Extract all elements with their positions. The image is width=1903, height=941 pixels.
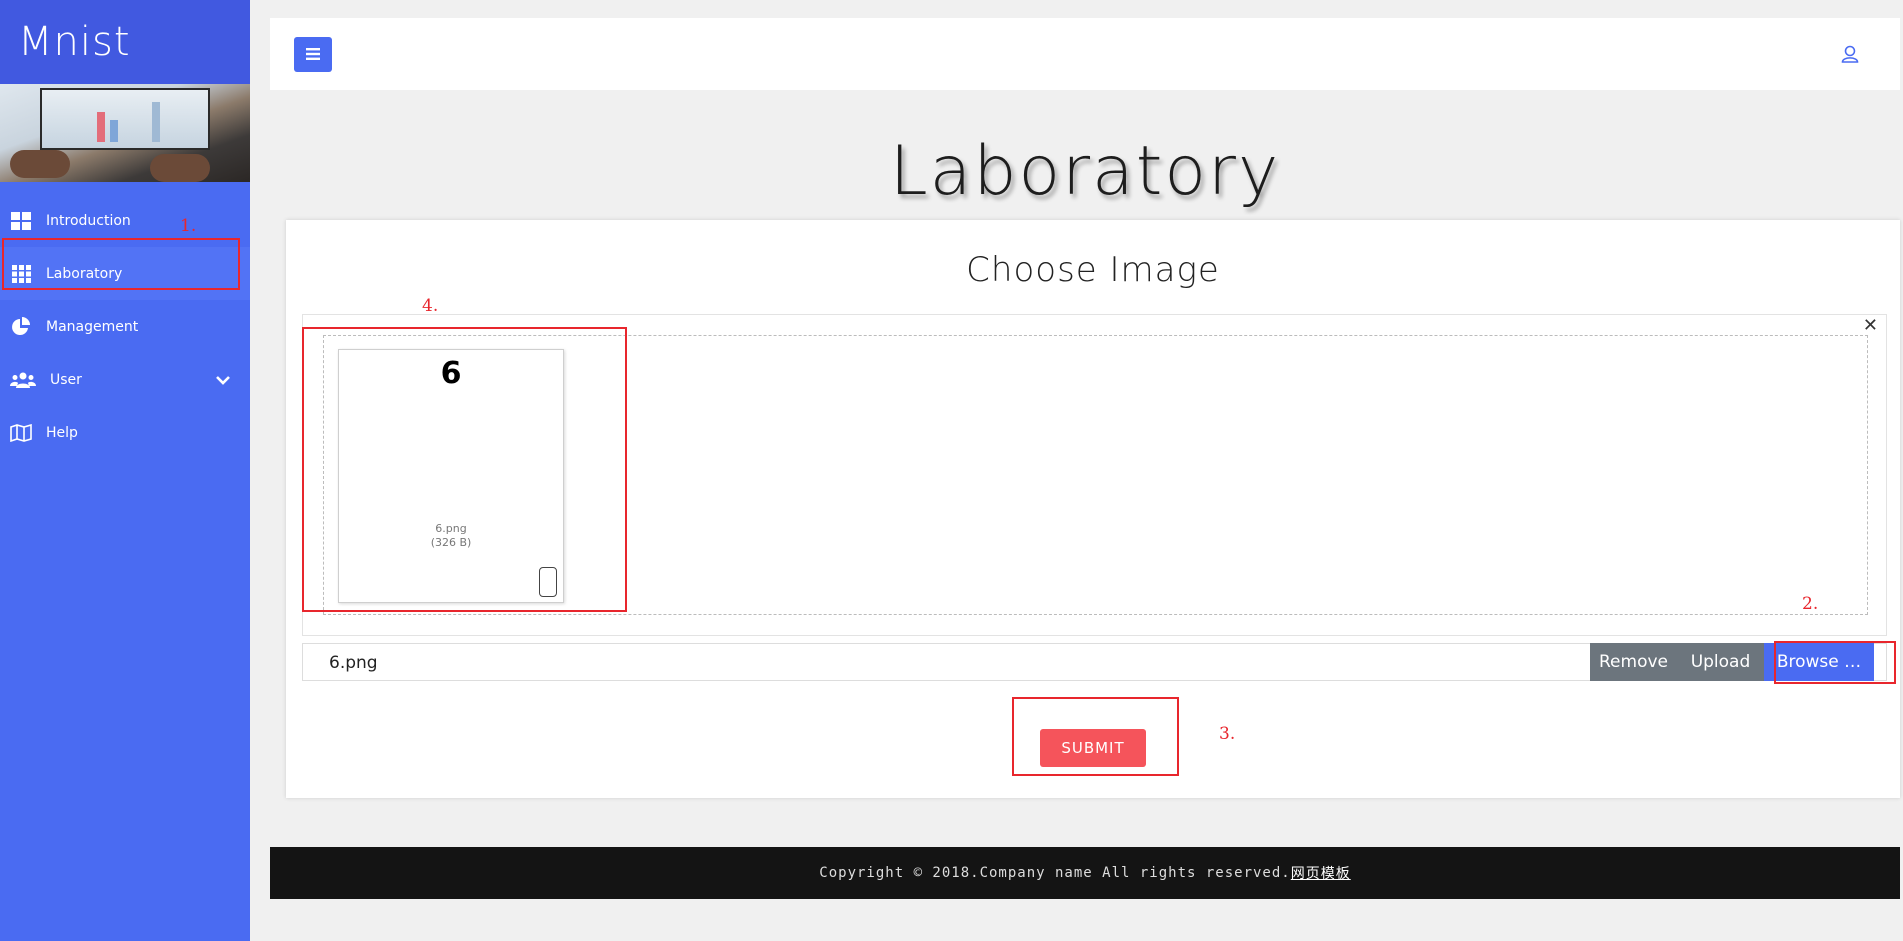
sidebar-item-label: User [50, 371, 82, 388]
annotation-box-1 [2, 238, 240, 290]
annotation-number-4: 4. [422, 296, 439, 316]
user-profile-button[interactable] [1840, 44, 1860, 64]
annotation-number-1: 1. [180, 216, 197, 236]
upload-button[interactable]: Upload [1677, 643, 1764, 681]
grid-four-icon [10, 210, 32, 232]
annotation-box-3 [1012, 697, 1179, 776]
annotation-number-3: 3. [1219, 724, 1236, 744]
annotation-box-2 [1774, 641, 1896, 684]
close-icon[interactable]: ✕ [1863, 315, 1878, 336]
annotation-box-4 [302, 327, 627, 612]
sidebar-nav: Introduction Laboratory Management User [0, 194, 250, 459]
footer: Copyright © 2018.Company name All rights… [270, 847, 1900, 899]
sidebar-item-label: Management [46, 318, 139, 335]
chart-bar-graphic [110, 120, 118, 142]
template-link[interactable]: 网页模板 [1291, 863, 1351, 883]
sidebar-item-label: Help [46, 424, 78, 441]
sidebar-item-label: Introduction [46, 212, 131, 229]
annotation-number-2: 2. [1802, 594, 1819, 614]
file-caption-name: 6.png [329, 653, 378, 673]
hamburger-menu-button[interactable] [294, 37, 332, 72]
laptop-screen-graphic [40, 88, 210, 150]
map-icon [10, 422, 32, 444]
card-title: Choose Image [966, 250, 1220, 290]
pie-chart-icon [10, 316, 32, 338]
hamburger-menu-icon [306, 45, 320, 64]
chart-bar-graphic [97, 112, 105, 142]
file-caption[interactable]: 6.png Remove Upload Browse … [302, 643, 1887, 681]
page-title: Laboratory [889, 132, 1281, 211]
sidebar-hero-image [0, 84, 250, 182]
hand-graphic [10, 150, 70, 178]
chart-bar-graphic [152, 102, 160, 142]
logo-area: Mnist [0, 0, 250, 84]
chevron-down-icon[interactable] [216, 370, 230, 389]
hand-graphic [150, 154, 210, 182]
sidebar: Mnist Introduction Laboratory Management… [0, 0, 250, 941]
top-bar [270, 18, 1900, 90]
user-icon [1840, 45, 1860, 68]
copyright-text: Copyright © 2018.Company name All rights… [819, 865, 1291, 881]
sidebar-item-management[interactable]: Management [0, 300, 250, 353]
sidebar-item-user[interactable]: User [0, 353, 250, 406]
app-logo[interactable]: Mnist [18, 19, 131, 65]
remove-button[interactable]: Remove [1590, 643, 1677, 681]
users-icon [10, 369, 36, 391]
sidebar-item-help[interactable]: Help [0, 406, 250, 459]
